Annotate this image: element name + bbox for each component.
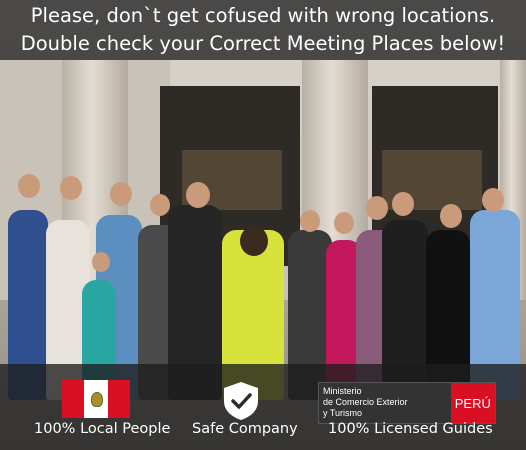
- banner-line-2: Double check your Correct Meeting Places…: [20, 32, 506, 55]
- local-people-label: 100% Local People: [34, 421, 171, 437]
- peru-logo-label: PERÚ: [450, 383, 495, 423]
- warning-banner: Please, don`t get cofused with wrong loc…: [0, 0, 526, 60]
- ministry-name: Ministerio de Comercio Exterior y Turism…: [319, 383, 451, 423]
- promo-card: Please, don`t get cofused with wrong loc…: [0, 0, 526, 450]
- trust-badges: 100% Local People Safe Company Ministeri…: [0, 364, 526, 450]
- safe-company-label: Safe Company: [192, 421, 298, 437]
- shield-check-icon: [224, 382, 258, 420]
- ministry-line: Ministerio: [323, 386, 362, 396]
- ministry-logo: Ministerio de Comercio Exterior y Turism…: [318, 382, 496, 424]
- ministry-line: de Comercio Exterior: [323, 397, 408, 407]
- banner-line-1: Please, don`t get cofused with wrong loc…: [30, 4, 496, 27]
- licensed-guides-label: 100% Licensed Guides: [328, 421, 493, 437]
- ministry-line: y Turismo: [323, 408, 363, 418]
- peru-flag-icon: [62, 380, 130, 418]
